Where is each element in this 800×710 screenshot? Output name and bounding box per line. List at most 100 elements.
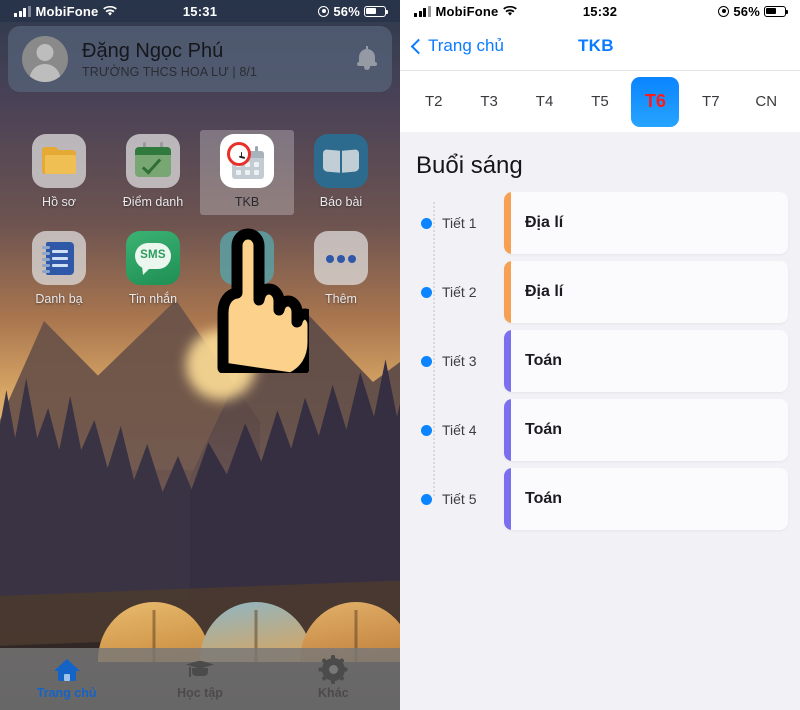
subject-card[interactable]: Địa lí xyxy=(504,261,788,323)
schedule-list: Tiết 1 Địa lí Tiết 2 Địa lí Tiết 3 Toán … xyxy=(400,188,800,530)
home-icon xyxy=(53,658,80,681)
timeline-dot-icon xyxy=(421,286,432,298)
tab-trang-chu[interactable]: Trang chủ xyxy=(0,658,133,700)
bottom-tab-bar: Trang chủ Học tập Khác xyxy=(0,648,400,710)
day-tab-t5[interactable]: T5 xyxy=(576,77,624,127)
clock-time: 15:32 xyxy=(582,3,618,19)
app-label: Hồ sơ xyxy=(42,195,76,209)
day-tab-t2[interactable]: T2 xyxy=(410,77,458,127)
subject-card[interactable]: Toán xyxy=(504,399,788,461)
day-selector-bar: T2 T3 T4 T5 T6 T7 CN xyxy=(400,70,800,132)
timeline-dot-icon xyxy=(421,217,432,229)
subject-name: Địa lí xyxy=(525,214,564,231)
app-tile-tkb[interactable]: TKB xyxy=(200,130,294,215)
app-label: Báo bài xyxy=(319,195,363,209)
subject-color-bar xyxy=(504,468,511,530)
period-label: Tiết 4 xyxy=(442,422,477,438)
left-phone-screen: MobiFone 15:31 56% Đặng Ngọc Phú TRƯỜNG xyxy=(0,0,400,710)
profile-name: Đặng Ngọc Phú xyxy=(82,39,224,62)
left-status-bar: MobiFone 15:31 56% xyxy=(0,0,400,22)
day-tab-t7[interactable]: T7 xyxy=(687,77,735,127)
schedule-row[interactable]: Tiết 5 Toán xyxy=(412,468,788,530)
tab-label: Học tập xyxy=(177,685,223,700)
right-phone-screen: MobiFone 15:32 56% Trang chủ TKB T2 T3 T… xyxy=(400,0,800,710)
period-label: Tiết 3 xyxy=(442,353,477,369)
clock-time: 15:31 xyxy=(182,3,218,19)
back-button-label: Trang chủ xyxy=(428,36,504,55)
profile-card[interactable]: Đặng Ngọc Phú TRƯỜNG THCS HOA LƯ | 8/1 xyxy=(8,26,392,92)
subject-color-bar xyxy=(504,330,511,392)
subject-name: Toán xyxy=(525,490,563,507)
day-tab-t4[interactable]: T4 xyxy=(521,77,569,127)
period-label: Tiết 5 xyxy=(442,491,477,507)
subject-card[interactable]: Toán xyxy=(504,330,788,392)
sms-bubble-icon: SMS xyxy=(126,231,180,285)
day-tab-cn[interactable]: CN xyxy=(742,77,790,127)
battery-icon xyxy=(364,5,388,17)
app-label: Thêm xyxy=(325,292,357,306)
subject-name: Toán xyxy=(525,421,563,438)
contact-notebook-icon xyxy=(32,231,86,285)
app-tile-tin-nhan[interactable]: SMS Tin nhắn xyxy=(106,227,200,312)
location-services-icon xyxy=(718,5,730,17)
wifi-icon xyxy=(503,5,518,16)
carrier-name: MobiFone xyxy=(35,3,99,19)
more-dots-icon xyxy=(314,231,368,285)
open-book-icon xyxy=(314,134,368,188)
app-label: TKB xyxy=(234,195,260,209)
subject-color-bar xyxy=(504,261,511,323)
battery-percent: 56% xyxy=(333,3,360,19)
folder-icon xyxy=(32,134,86,188)
app-tile-bao-bai[interactable]: Báo bài xyxy=(294,130,388,215)
profile-school: TRƯỜNG THCS HOA LƯ | 8/1 xyxy=(82,64,258,79)
battery-icon xyxy=(764,5,788,17)
subject-name: Địa lí xyxy=(525,283,564,300)
wifi-icon xyxy=(103,5,118,16)
right-status-bar: MobiFone 15:32 56% xyxy=(400,0,800,22)
subject-color-bar xyxy=(504,192,511,254)
tab-hoc-tap[interactable]: Học tập xyxy=(133,659,266,700)
period-label: Tiết 2 xyxy=(442,284,477,300)
app-tile-diem-danh[interactable]: Điểm danh xyxy=(106,130,200,215)
signal-bars-icon xyxy=(14,5,31,17)
avatar xyxy=(22,36,68,82)
subject-card[interactable]: Địa lí xyxy=(504,192,788,254)
timeline-dot-icon xyxy=(421,355,432,367)
app-label: Tin nhắn xyxy=(128,292,178,306)
pointing-hand-cursor xyxy=(217,228,309,373)
back-button[interactable]: Trang chủ xyxy=(410,36,504,56)
signal-bars-icon xyxy=(414,5,431,17)
carrier-name: MobiFone xyxy=(435,3,499,19)
app-label: Điểm danh xyxy=(122,195,184,209)
page-title: TKB xyxy=(578,36,614,55)
app-label: Danh bạ xyxy=(35,292,83,306)
clock-calendar-icon xyxy=(220,134,274,188)
app-tile-ho-so[interactable]: Hồ sơ xyxy=(12,130,106,215)
tab-label: Trang chủ xyxy=(36,685,97,700)
tab-label: Khác xyxy=(318,686,349,700)
gear-icon xyxy=(318,655,348,684)
subject-color-bar xyxy=(504,399,511,461)
day-tab-t6[interactable]: T6 xyxy=(631,76,680,127)
notification-bell-icon[interactable] xyxy=(356,46,378,72)
schedule-row[interactable]: Tiết 2 Địa lí xyxy=(412,261,788,323)
chevron-left-icon xyxy=(410,38,427,54)
graduation-cap-icon xyxy=(185,659,214,681)
battery-percent: 56% xyxy=(733,3,760,19)
timeline-dot-icon xyxy=(421,424,432,436)
day-tab-t3[interactable]: T3 xyxy=(465,77,513,127)
subject-card[interactable]: Toán xyxy=(504,468,788,530)
subject-name: Toán xyxy=(525,352,563,369)
location-services-icon xyxy=(318,5,330,17)
period-label: Tiết 1 xyxy=(442,215,477,231)
navigation-bar: Trang chủ TKB xyxy=(400,22,800,70)
app-tile-danh-ba[interactable]: Danh bạ xyxy=(12,227,106,312)
dual-screenshot-container: MobiFone 15:31 56% Đặng Ngọc Phú TRƯỜNG xyxy=(0,0,800,710)
calendar-check-icon xyxy=(126,134,180,188)
timeline-dot-icon xyxy=(421,493,432,505)
schedule-row[interactable]: Tiết 3 Toán xyxy=(412,330,788,392)
tab-khac[interactable]: Khác xyxy=(267,655,400,700)
session-heading: Buổi sáng xyxy=(416,152,523,179)
schedule-row[interactable]: Tiết 4 Toán xyxy=(412,399,788,461)
schedule-row[interactable]: Tiết 1 Địa lí xyxy=(412,192,788,254)
